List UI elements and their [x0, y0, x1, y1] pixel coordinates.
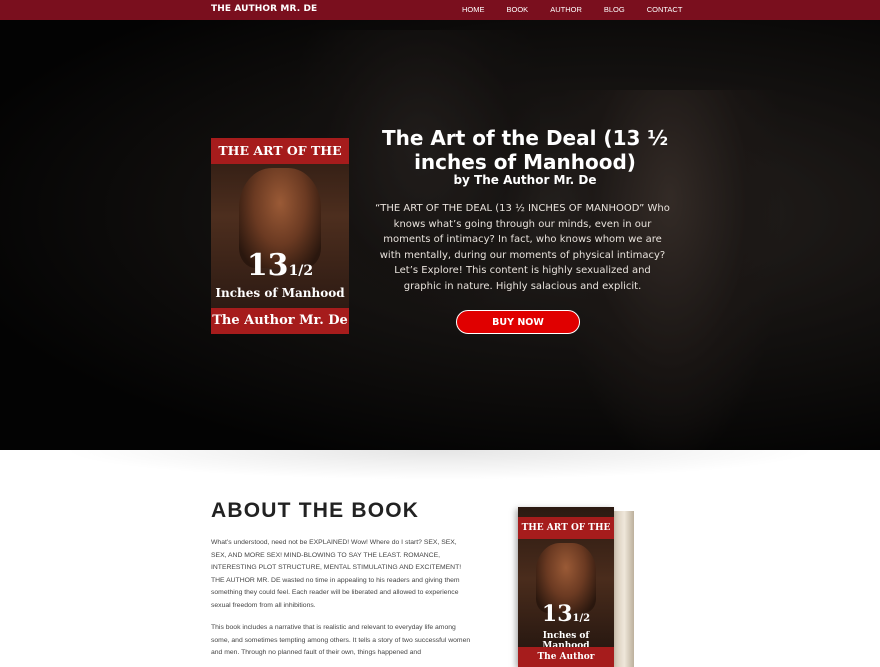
cover-title: THE ART OF THE DEAL: [211, 138, 349, 184]
cover-subtitle: Inches of Manhood: [215, 286, 345, 300]
book-description: “THE ART OF THE DEAL (13 ½ INCHES OF MAN…: [375, 203, 670, 292]
cover-author: The Author Mr. De: [211, 308, 349, 334]
nav-contact-link[interactable]: CONTACT: [647, 5, 683, 14]
nav-home-link[interactable]: HOME: [462, 5, 485, 14]
book-front-cover: THE ART OF THE DEAL 131/2 Inches of Manh…: [518, 507, 614, 667]
top-navbar: THE AUTHOR MR. DE HOME BOOK AUTHOR BLOG …: [0, 0, 880, 20]
about-paragraph: What’s understood, need not be EXPLAINED…: [211, 539, 462, 609]
book-cover-author: The Author: [518, 647, 614, 667]
cover-number: 131/2: [246, 248, 314, 283]
book-cover-image: THE ART OF THE DEAL 131/2 Inches of Manh…: [211, 138, 349, 334]
nav-book-link[interactable]: BOOK: [507, 5, 529, 14]
about-paragraph: This book includes a narrative that is r…: [211, 624, 471, 656]
hero-shadow: [60, 450, 820, 480]
site-brand[interactable]: THE AUTHOR MR. DE: [211, 4, 317, 14]
book-title: The Art of the Deal (13 ½ inches of Manh…: [381, 126, 669, 174]
book-author: by The Author Mr. De: [453, 173, 597, 187]
nav-links: HOME BOOK AUTHOR BLOG CONTACT: [462, 5, 704, 14]
nav-blog-link[interactable]: BLOG: [604, 5, 625, 14]
book-3d-image: THE ART OF THE DEAL 131/2 Inches of Manh…: [518, 507, 634, 667]
book-cover-title: THE ART OF THE DEAL: [518, 517, 614, 555]
nav-author-link[interactable]: AUTHOR: [550, 5, 582, 14]
book-cover-number: 131/2: [541, 601, 591, 627]
about-heading: ABOUT THE BOOK: [211, 499, 420, 522]
hero-section: THE ART OF THE DEAL 131/2 Inches of Manh…: [0, 20, 880, 450]
buy-now-button[interactable]: BUY NOW: [456, 310, 580, 334]
